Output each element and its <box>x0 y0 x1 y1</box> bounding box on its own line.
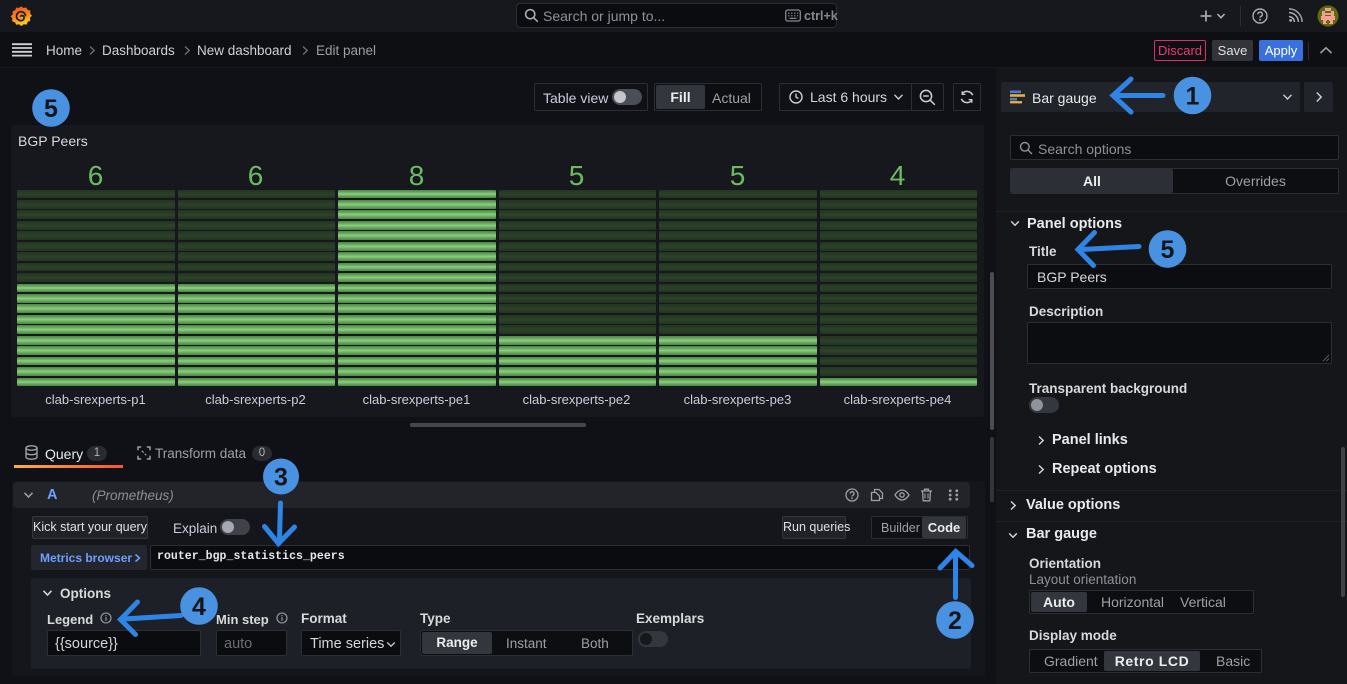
svg-text:5: 5 <box>44 95 58 123</box>
svg-text:3: 3 <box>274 464 288 492</box>
svg-text:2: 2 <box>948 607 962 635</box>
svg-text:4: 4 <box>192 593 206 621</box>
svg-text:1: 1 <box>1186 83 1200 111</box>
svg-text:5: 5 <box>1161 236 1175 264</box>
